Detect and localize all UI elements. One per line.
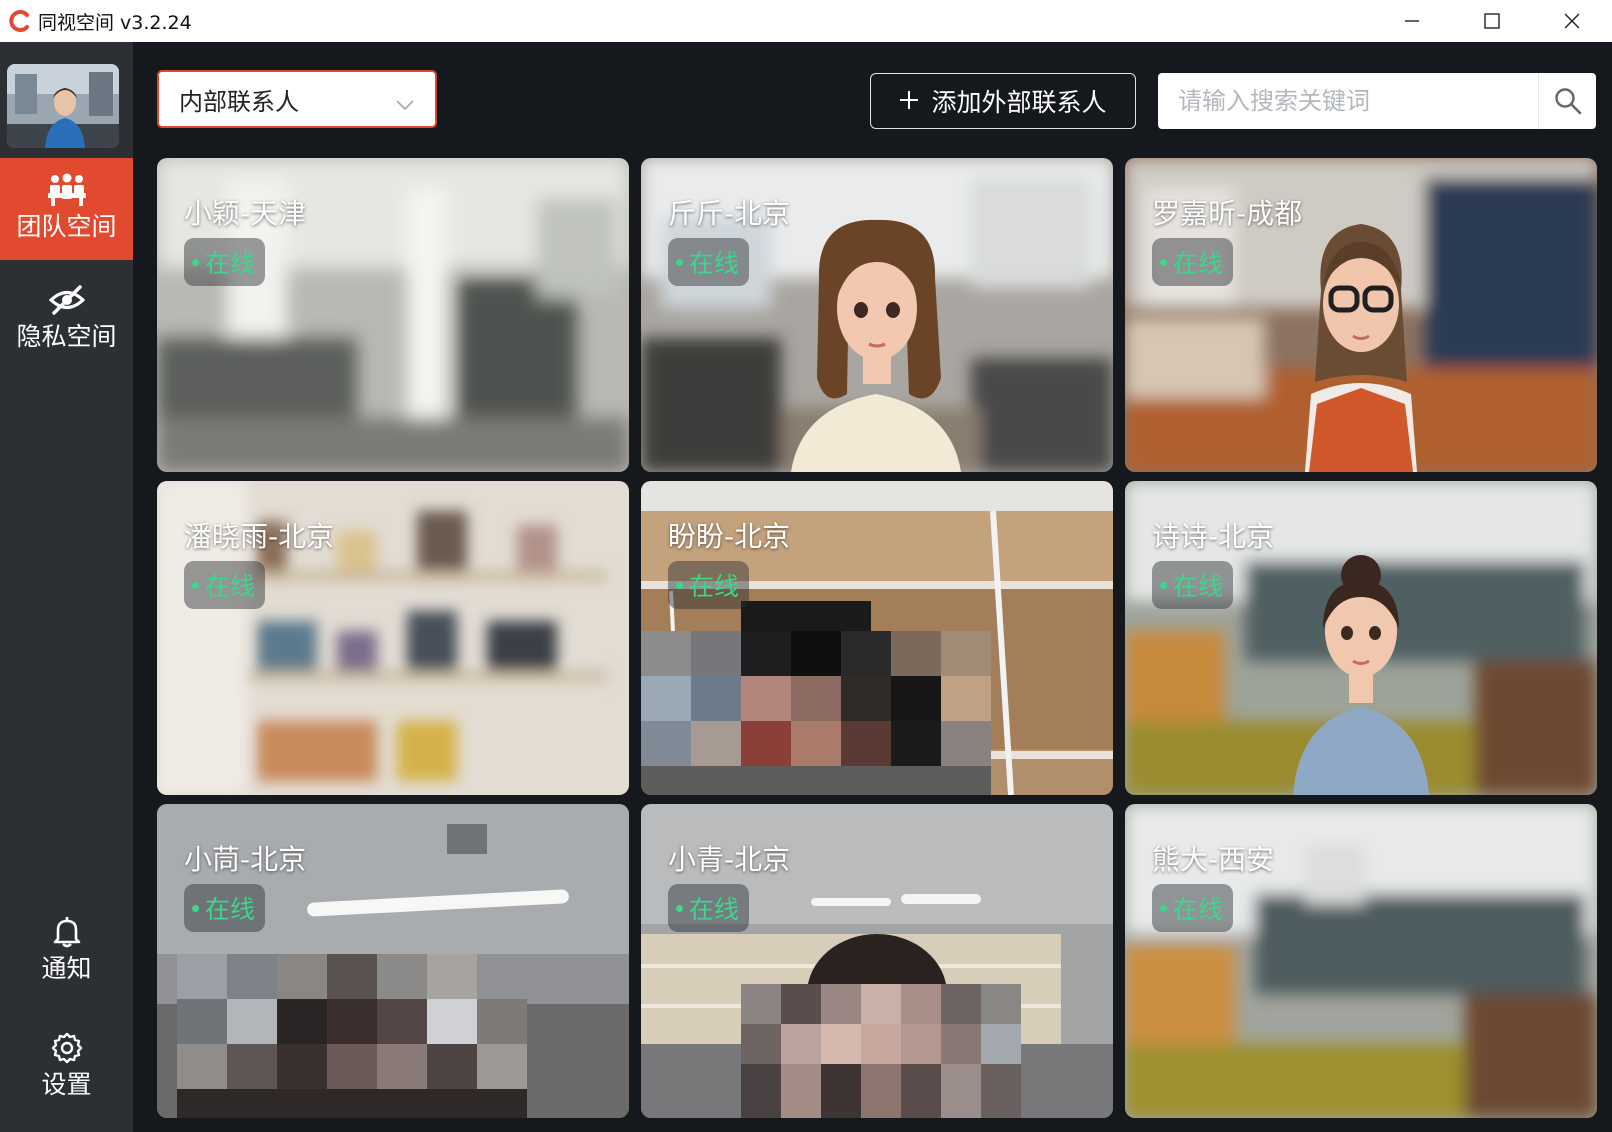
status-badge: 在线 (668, 238, 750, 286)
status-badge: 在线 (1152, 561, 1234, 609)
contact-name: 潘晓雨-北京 (184, 520, 335, 553)
status-badge: 在线 (184, 884, 266, 932)
status-label: 在线 (205, 572, 256, 601)
online-dot-icon (1160, 258, 1167, 266)
title-bar: 同视空间 v3.2.24 (0, 0, 1612, 42)
close-button[interactable] (1532, 0, 1612, 42)
online-dot-icon (676, 581, 683, 589)
add-external-contact-label: 添加外部联系人 (931, 88, 1107, 117)
maximize-icon (1484, 13, 1500, 29)
search-box (1158, 73, 1596, 129)
contact-name: 罗嘉昕-成都 (1152, 197, 1303, 230)
status-badge: 在线 (184, 561, 266, 609)
status-badge: 在线 (184, 238, 266, 286)
sidebar-item-private-space[interactable]: 隐私空间 (0, 280, 133, 380)
contact-card[interactable]: 诗诗-北京 在线 (1125, 481, 1597, 795)
window-title: 同视空间 v3.2.24 (38, 11, 192, 34)
contact-card[interactable]: 小颖-天津 在线 (157, 158, 629, 472)
contact-name: 诗诗-北京 (1152, 520, 1275, 553)
contact-type-select[interactable]: 内部联系人 (157, 70, 437, 128)
eye-off-icon (48, 280, 85, 320)
status-label: 在线 (689, 249, 740, 278)
online-dot-icon (192, 904, 199, 912)
online-dot-icon (676, 904, 683, 912)
close-icon (1564, 13, 1580, 29)
minimize-icon (1405, 20, 1419, 22)
contact-card[interactable]: 小青-北京 在线 (641, 804, 1113, 1118)
status-label: 在线 (205, 249, 256, 278)
search-icon (1554, 88, 1581, 115)
plus-icon (899, 87, 919, 116)
self-video-preview[interactable] (7, 64, 119, 148)
online-dot-icon (1160, 904, 1167, 912)
brand-c-logo-icon (8, 9, 32, 33)
status-badge: 在线 (1152, 238, 1234, 286)
sidebar-item-label: 团队空间 (16, 212, 117, 241)
online-dot-icon (676, 258, 683, 266)
status-label: 在线 (689, 572, 740, 601)
sidebar-item-label: 通知 (41, 954, 92, 983)
gear-icon (51, 1028, 83, 1068)
contact-card[interactable]: 潘晓雨-北京 在线 (157, 481, 629, 795)
status-badge: 在线 (1152, 884, 1234, 932)
contact-name: 小青-北京 (668, 843, 791, 876)
status-badge: 在线 (668, 884, 750, 932)
online-dot-icon (1160, 581, 1167, 589)
status-label: 在线 (1173, 572, 1224, 601)
chevron-down-icon (395, 90, 415, 118)
contact-card[interactable]: 盼盼-北京 在线 (641, 481, 1113, 795)
contact-name: 斤斤-北京 (668, 197, 791, 230)
online-dot-icon (192, 581, 199, 589)
online-dot-icon (192, 258, 199, 266)
contact-name: 小颖-天津 (184, 197, 307, 230)
minimize-button[interactable] (1372, 0, 1452, 42)
sidebar-item-label: 设置 (41, 1070, 92, 1099)
contact-name: 熊大-西安 (1152, 843, 1275, 876)
status-badge: 在线 (668, 561, 750, 609)
status-label: 在线 (1173, 249, 1224, 278)
contact-card[interactable]: 熊大-西安 在线 (1125, 804, 1597, 1118)
maximize-button[interactable] (1452, 0, 1532, 42)
contact-name: 小茼-北京 (184, 843, 307, 876)
bell-icon (53, 912, 81, 952)
contact-name: 盼盼-北京 (668, 520, 791, 553)
status-label: 在线 (205, 895, 256, 924)
team-icon (47, 170, 86, 210)
sidebar: 团队空间 隐私空间 通知 设置 (0, 42, 133, 1132)
search-input[interactable] (1158, 73, 1538, 129)
contact-card[interactable]: 罗嘉昕-成都 在线 (1125, 158, 1597, 472)
sidebar-item-team-space[interactable]: 团队空间 (0, 158, 133, 260)
sidebar-item-label: 隐私空间 (16, 322, 117, 351)
status-label: 在线 (1173, 895, 1224, 924)
window-controls (1372, 0, 1612, 42)
contact-card[interactable]: 小茼-北京 在线 (157, 804, 629, 1118)
search-button[interactable] (1538, 73, 1596, 129)
status-label: 在线 (689, 895, 740, 924)
contact-type-value: 内部联系人 (179, 87, 299, 116)
app-window: 同视空间 v3.2.24 团队空间 隐私空间 通知 设置 内部联系人 添加外部联… (0, 0, 1612, 1132)
sidebar-item-settings[interactable]: 设置 (0, 1028, 133, 1128)
sidebar-item-notifications[interactable]: 通知 (0, 912, 133, 1012)
contact-card[interactable]: 斤斤-北京 在线 (641, 158, 1113, 472)
add-external-contact-button[interactable]: 添加外部联系人 (870, 73, 1136, 129)
